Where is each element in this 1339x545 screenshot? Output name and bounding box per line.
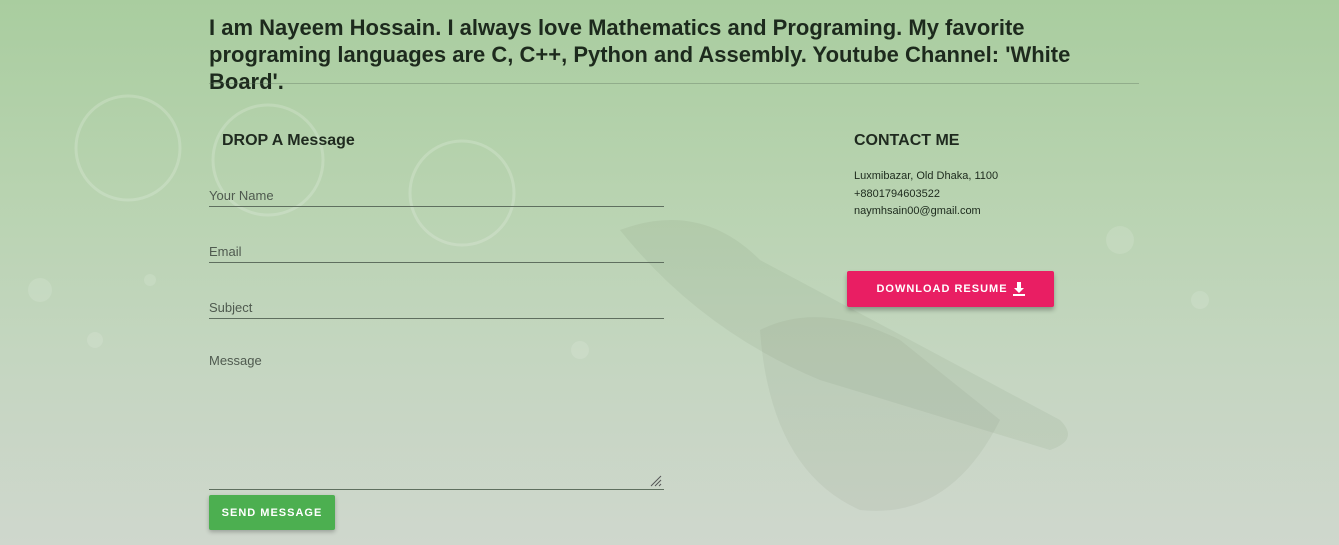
email-input[interactable] xyxy=(209,240,664,262)
name-field-wrapper xyxy=(209,184,664,207)
contact-phone: +8801794603522 xyxy=(854,188,940,200)
form-title: DROP A Message xyxy=(222,132,355,149)
subject-field-wrapper xyxy=(209,296,664,319)
name-input[interactable] xyxy=(209,184,664,206)
subject-input[interactable] xyxy=(209,296,664,318)
resize-grip-icon[interactable] xyxy=(650,475,662,487)
send-message-button[interactable]: SEND MESSAGE xyxy=(209,495,335,530)
email-field-wrapper xyxy=(209,240,664,263)
contact-email: naymhsain00@gmail.com xyxy=(854,205,981,217)
divider xyxy=(209,83,1139,84)
contact-title: CONTACT ME xyxy=(854,132,960,149)
download-resume-label: DOWNLOAD RESUME xyxy=(876,283,1008,295)
contact-address: Luxmibazar, Old Dhaka, 1100 xyxy=(854,170,999,182)
message-textarea[interactable] xyxy=(209,353,664,489)
download-icon xyxy=(1012,282,1025,296)
download-resume-button[interactable]: DOWNLOAD RESUME xyxy=(847,271,1054,307)
message-field-wrapper xyxy=(209,353,664,490)
